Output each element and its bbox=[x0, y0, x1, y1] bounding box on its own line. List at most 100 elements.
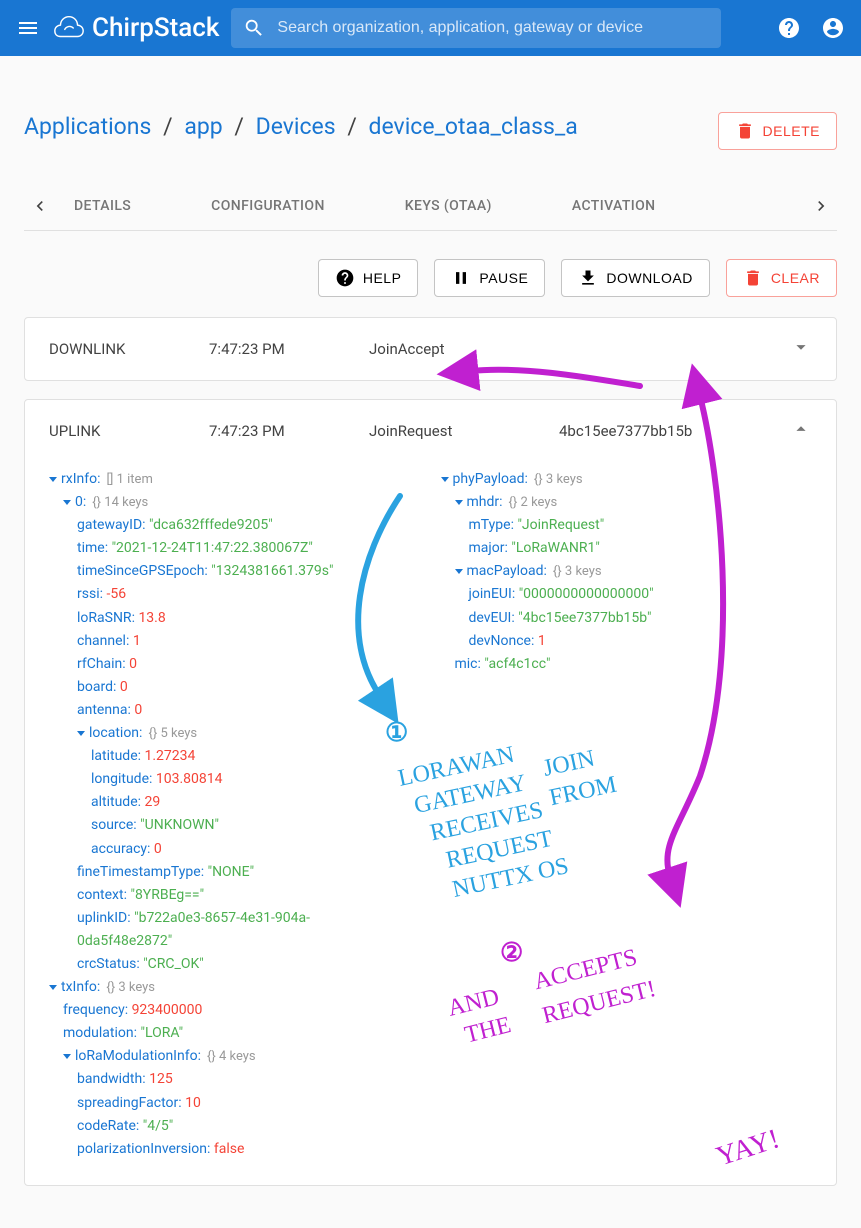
json-value: false bbox=[214, 1141, 245, 1157]
menu-button[interactable] bbox=[16, 16, 40, 40]
json-key: rfChain bbox=[77, 656, 122, 672]
json-key: mType bbox=[469, 517, 511, 533]
chevron-right-icon bbox=[811, 196, 831, 216]
json-key: time bbox=[77, 540, 105, 556]
json-meta: {} 3 keys bbox=[553, 564, 602, 579]
json-value: 923400000 bbox=[132, 1002, 203, 1018]
json-value: 1.27234 bbox=[145, 748, 196, 764]
help-button[interactable]: HELP bbox=[318, 259, 419, 297]
toolbar: HELP PAUSE DOWNLOAD CLEAR bbox=[24, 259, 837, 297]
tabs-wrap: DETAILS CONFIGURATION KEYS (OTAA) ACTIVA… bbox=[24, 182, 837, 231]
breadcrumb-link-app[interactable]: app bbox=[184, 113, 222, 140]
breadcrumb-link-devices[interactable]: Devices bbox=[256, 113, 336, 140]
expand-toggle[interactable] bbox=[790, 336, 812, 362]
json-key: board bbox=[77, 679, 113, 695]
event-id: 4bc15ee7377bb15b bbox=[559, 422, 790, 440]
json-key[interactable]: location bbox=[89, 725, 139, 741]
page: Applications / app / Devices / device_ot… bbox=[0, 56, 861, 1228]
breadcrumb-sep: / bbox=[163, 113, 173, 140]
json-value: "2021-12-24T11:47:22.380067Z" bbox=[112, 540, 313, 556]
json-key: fineTimestampType bbox=[77, 864, 201, 880]
brand-icon bbox=[52, 11, 86, 45]
event-panel-uplink: UPLINK 7:47:23 PM JoinRequest 4bc15ee737… bbox=[24, 399, 837, 1186]
account-icon[interactable] bbox=[821, 16, 845, 40]
event-body: rxInfo:[] 1 item 0:{} 14 keys gatewayID:… bbox=[25, 462, 836, 1185]
json-key[interactable]: txInfo bbox=[61, 979, 97, 995]
json-value: "CRC_OK" bbox=[143, 956, 204, 972]
tab-details[interactable]: DETAILS bbox=[64, 182, 141, 230]
breadcrumb-sep: / bbox=[347, 113, 357, 140]
json-key: longitude bbox=[91, 771, 149, 787]
tab-activation[interactable]: ACTIVATION bbox=[562, 182, 666, 230]
tab-scroll-left[interactable] bbox=[24, 190, 56, 222]
json-key: accuracy bbox=[91, 841, 147, 857]
event-direction: DOWNLINK bbox=[49, 340, 209, 358]
collapse-toggle[interactable] bbox=[790, 418, 812, 444]
json-value: "dca632fffede9205" bbox=[149, 517, 273, 533]
json-value: -56 bbox=[106, 586, 126, 602]
json-value: 1 bbox=[133, 633, 141, 649]
json-value: "1324381661.379s" bbox=[211, 563, 333, 579]
json-key: gatewayID bbox=[77, 517, 142, 533]
json-right: phyPayload:{} 3 keys mhdr:{} 2 keys mTyp… bbox=[441, 468, 813, 1161]
brand[interactable]: ChirpStack bbox=[52, 11, 219, 45]
json-value: 0 bbox=[154, 841, 162, 857]
json-key[interactable]: loRaModulationInfo bbox=[75, 1048, 198, 1064]
json-key[interactable]: mhdr bbox=[467, 494, 500, 510]
json-value: "acf4c1cc" bbox=[484, 656, 550, 672]
chevron-down-icon bbox=[790, 336, 812, 358]
json-key[interactable]: macPayload bbox=[467, 563, 544, 579]
json-value: 125 bbox=[149, 1071, 173, 1087]
json-value: "0000000000000000" bbox=[519, 586, 654, 602]
tab-configuration[interactable]: CONFIGURATION bbox=[201, 182, 335, 230]
download-button-label: DOWNLOAD bbox=[606, 270, 692, 286]
pause-button[interactable]: PAUSE bbox=[434, 259, 545, 297]
chevron-left-icon bbox=[30, 196, 50, 216]
tab-scroll-right[interactable] bbox=[805, 190, 837, 222]
json-key: altitude bbox=[91, 794, 138, 810]
json-key: rssi bbox=[77, 586, 100, 602]
hamburger-icon bbox=[16, 16, 40, 40]
json-value: "UNKNOWN" bbox=[140, 817, 219, 833]
breadcrumb-link-device[interactable]: device_otaa_class_a bbox=[369, 113, 578, 140]
chevron-up-icon bbox=[790, 418, 812, 440]
download-icon bbox=[578, 268, 598, 288]
json-key: antenna bbox=[77, 702, 127, 718]
json-value: 13.8 bbox=[138, 610, 165, 626]
help-icon[interactable] bbox=[777, 16, 801, 40]
json-key[interactable]: rxInfo bbox=[61, 471, 97, 487]
json-key: modulation bbox=[63, 1025, 134, 1041]
json-meta: {} 3 keys bbox=[534, 472, 583, 487]
tab-keys[interactable]: KEYS (OTAA) bbox=[395, 182, 502, 230]
json-value: "JoinRequest" bbox=[517, 517, 604, 533]
breadcrumb-link-applications[interactable]: Applications bbox=[24, 113, 151, 140]
search-box[interactable] bbox=[231, 8, 721, 48]
json-meta: {} 2 keys bbox=[509, 495, 558, 510]
delete-button-label: DELETE bbox=[763, 123, 820, 139]
delete-button[interactable]: DELETE bbox=[718, 112, 837, 150]
json-value: 29 bbox=[145, 794, 161, 810]
json-key: mic bbox=[455, 656, 478, 672]
json-key: context bbox=[77, 887, 124, 903]
trash-icon bbox=[735, 121, 755, 141]
download-button[interactable]: DOWNLOAD bbox=[561, 259, 709, 297]
json-key: source bbox=[91, 817, 133, 833]
app-bar: ChirpStack bbox=[0, 0, 861, 56]
json-key[interactable]: 0 bbox=[75, 494, 83, 510]
event-header[interactable]: DOWNLINK 7:47:23 PM JoinAccept bbox=[25, 318, 836, 380]
search-input[interactable] bbox=[277, 19, 709, 37]
json-value: 0 bbox=[129, 656, 137, 672]
help-circle-icon bbox=[335, 268, 355, 288]
json-meta: {} 5 keys bbox=[148, 726, 197, 741]
json-meta: {} 3 keys bbox=[106, 980, 155, 995]
json-meta: [] 1 item bbox=[106, 472, 152, 487]
json-key: devNonce bbox=[469, 633, 531, 649]
json-value: "NONE" bbox=[208, 864, 255, 880]
clear-button[interactable]: CLEAR bbox=[726, 259, 837, 297]
json-key[interactable]: phyPayload bbox=[453, 471, 525, 487]
json-key: timeSinceGPSEpoch bbox=[77, 563, 204, 579]
json-key: channel bbox=[77, 633, 126, 649]
breadcrumb: Applications / app / Devices / device_ot… bbox=[24, 112, 578, 142]
event-header[interactable]: UPLINK 7:47:23 PM JoinRequest 4bc15ee737… bbox=[25, 400, 836, 462]
search-icon bbox=[243, 17, 265, 39]
